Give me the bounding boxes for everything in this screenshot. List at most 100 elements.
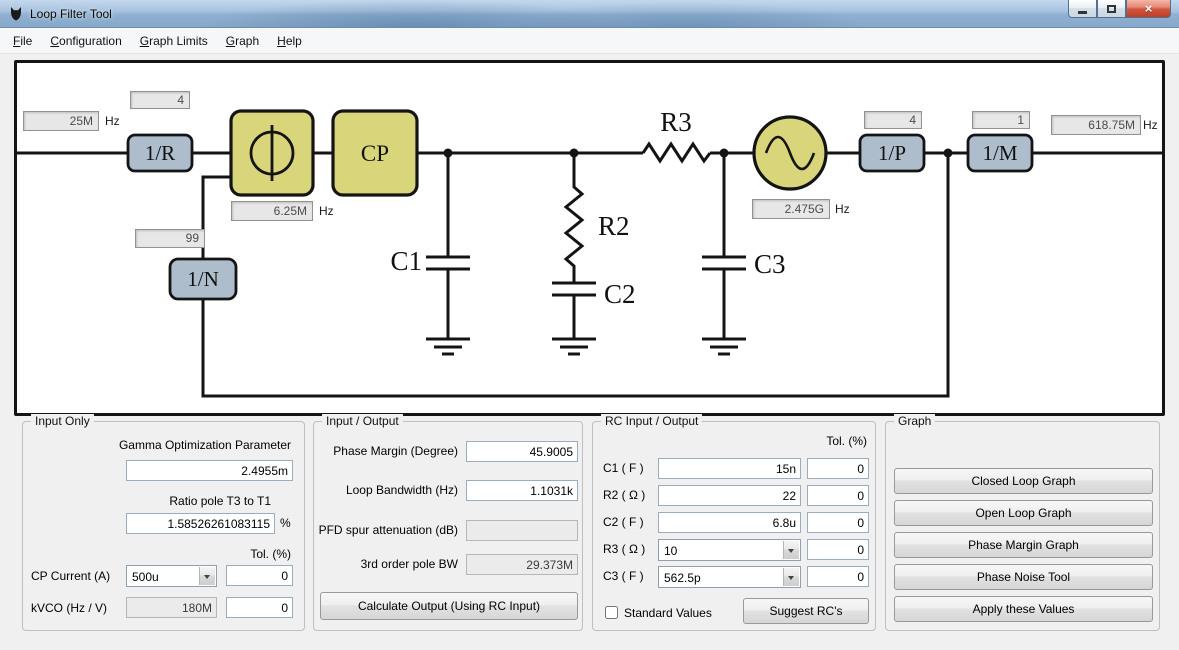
p-divider-input[interactable]: 4	[864, 111, 922, 129]
svg-text:1/M: 1/M	[982, 141, 1017, 165]
c2-input[interactable]	[658, 512, 801, 533]
cp-current-combo[interactable]: 500u	[126, 565, 217, 587]
apply-values-button[interactable]: Apply these Values	[894, 596, 1153, 622]
loop-bandwidth-input[interactable]	[466, 480, 578, 501]
n-divider-input[interactable]: 99	[135, 229, 205, 248]
wolf-app-icon	[11, 6, 21, 21]
gamma-input[interactable]	[126, 460, 293, 481]
cp-current-label: CP Current (A)	[31, 569, 111, 583]
close-icon: ×	[1144, 1, 1153, 16]
combo-arrow-button[interactable]	[783, 568, 799, 586]
rc-input-output-panel: RC Input / Output Tol. (%) C1 ( F ) R2 (…	[592, 414, 876, 631]
gamma-label: Gamma Optimization Parameter	[118, 438, 291, 452]
kvco-label: kVCO (Hz / V)	[31, 601, 108, 615]
ref-freq-input[interactable]: 25M	[23, 111, 99, 131]
loop-bandwidth-label: Loop Bandwidth (Hz)	[345, 483, 458, 497]
combo-arrow-button[interactable]	[199, 567, 215, 585]
maximize-icon	[1107, 4, 1116, 13]
pfd-spur-label: PFD spur attenuation (dB)	[318, 523, 458, 537]
capacitor-c3	[702, 153, 746, 356]
pfd-freq-value: 6.25M	[231, 201, 313, 221]
menu-graph[interactable]: Graph	[217, 28, 268, 53]
phase-detector-block	[229, 109, 315, 197]
chevron-down-icon	[788, 549, 794, 556]
combo-arrow-button[interactable]	[783, 541, 799, 559]
svg-text:CP: CP	[361, 141, 389, 166]
tolerance-header: Tol. (%)	[826, 434, 867, 448]
suggest-rcs-button[interactable]: Suggest RC's	[743, 598, 869, 624]
hz-label: Hz	[319, 204, 334, 218]
open-loop-graph-button[interactable]: Open Loop Graph	[894, 500, 1153, 526]
panel-title: Input Only	[31, 414, 94, 428]
app-window: Loop Filter Tool × File Configuration Gr…	[0, 0, 1179, 650]
m-divider-input[interactable]: 1	[972, 111, 1030, 129]
kvco-value-field	[126, 597, 217, 618]
r3-tolerance-input[interactable]	[807, 539, 869, 560]
c1-input[interactable]	[658, 458, 801, 479]
label-c3: C3	[754, 249, 786, 279]
panel-title: Graph	[894, 414, 936, 428]
standard-values-label: Standard Values	[624, 606, 712, 620]
r-divider-input[interactable]: 4	[130, 91, 190, 109]
vco-block	[752, 115, 828, 191]
m-divider-block: 1/M	[966, 133, 1034, 173]
r2-input[interactable]	[658, 485, 801, 506]
window-controls: ×	[1068, 0, 1171, 18]
r3-combo[interactable]: 10	[658, 539, 801, 561]
label-c1: C1	[390, 246, 422, 276]
closed-loop-graph-button[interactable]: Closed Loop Graph	[894, 468, 1153, 494]
menu-graph-limits[interactable]: Graph Limits	[131, 28, 217, 53]
input-output-panel: Input / Output Phase Margin (Degree) Loo…	[313, 414, 583, 631]
tolerance-header: Tol. (%)	[250, 547, 291, 561]
p-divider-block: 1/P	[858, 133, 926, 173]
label-c2: C2	[604, 279, 636, 309]
ratio-label: Ratio pole T3 to T1	[169, 494, 271, 508]
menu-help[interactable]: Help	[268, 28, 311, 53]
third-order-pole-field	[466, 554, 578, 575]
r-divider-block: 1/R	[126, 133, 194, 173]
hz-label: Hz	[105, 114, 120, 128]
resistor-r2-capacitor-c2	[552, 153, 596, 356]
vco-freq-value: 2.475G	[752, 199, 830, 219]
r2-tolerance-input[interactable]	[807, 485, 869, 506]
phase-margin-label: Phase Margin (Degree)	[333, 444, 458, 458]
close-button[interactable]: ×	[1126, 0, 1171, 18]
chevron-down-icon	[204, 575, 210, 582]
pll-block-diagram: CP 1/R 1/N 1/P 1/M C1 R2 C2 R3 C3 4 25M …	[14, 60, 1165, 416]
cp-current-tolerance-input[interactable]	[226, 565, 293, 586]
main-content: CP 1/R 1/N 1/P 1/M C1 R2 C2 R3 C3 4 25M …	[0, 54, 1179, 650]
input-only-panel: Input Only Gamma Optimization Parameter …	[22, 414, 305, 631]
phase-margin-input[interactable]	[466, 441, 578, 462]
phase-margin-graph-button[interactable]: Phase Margin Graph	[894, 532, 1153, 558]
r2-label: R2 ( Ω )	[603, 488, 646, 502]
c3-label: C3 ( F )	[603, 569, 644, 583]
capacitor-c1	[426, 153, 470, 356]
menu-file[interactable]: File	[4, 28, 41, 53]
phase-noise-tool-button[interactable]: Phase Noise Tool	[894, 564, 1153, 590]
c1-tolerance-input[interactable]	[807, 458, 869, 479]
maximize-button[interactable]	[1097, 0, 1126, 18]
c3-tolerance-input[interactable]	[807, 566, 869, 587]
menu-configuration[interactable]: Configuration	[41, 28, 130, 53]
panel-title: RC Input / Output	[601, 414, 703, 428]
charge-pump-block: CP	[331, 109, 419, 197]
calculate-output-button[interactable]: Calculate Output (Using RC Input)	[320, 592, 578, 620]
c3-combo[interactable]: 562.5p	[658, 566, 801, 588]
svg-text:1/P: 1/P	[878, 141, 906, 165]
svg-text:1/R: 1/R	[145, 141, 175, 165]
minimize-button[interactable]	[1068, 0, 1097, 18]
output-freq-value: 618.75M	[1051, 115, 1141, 135]
label-r2: R2	[598, 211, 630, 241]
percent-label: %	[280, 516, 291, 530]
hz-label: Hz	[835, 202, 850, 216]
c2-tolerance-input[interactable]	[807, 512, 869, 533]
minimize-icon	[1078, 11, 1087, 14]
standard-values-checkbox[interactable]	[605, 606, 618, 619]
hz-label: Hz	[1143, 118, 1158, 132]
pfd-spur-field	[466, 520, 578, 541]
window-title: Loop Filter Tool	[30, 6, 112, 21]
label-r3: R3	[660, 107, 692, 137]
kvco-tolerance-input[interactable]	[226, 597, 293, 618]
n-divider-block: 1/N	[168, 257, 238, 301]
ratio-input[interactable]	[126, 513, 275, 534]
